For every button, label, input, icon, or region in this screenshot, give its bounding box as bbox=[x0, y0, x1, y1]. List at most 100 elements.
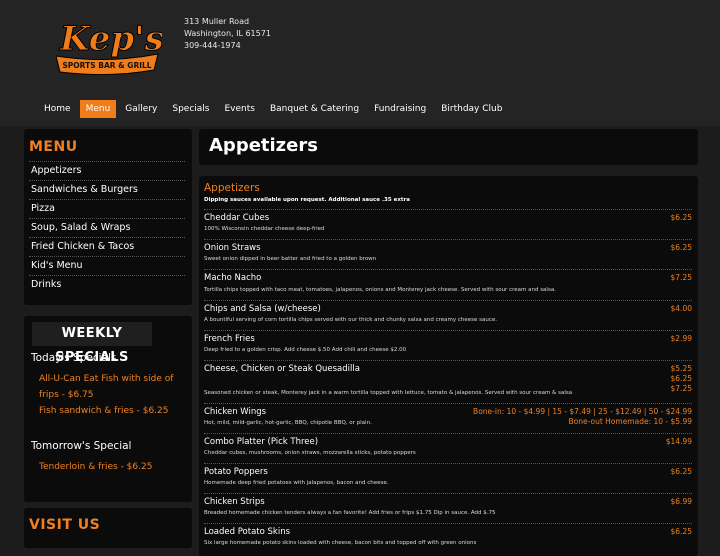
menu-item-row: Cheese, Chicken or Steak Quesadilla Seaso… bbox=[204, 360, 692, 403]
nav-fundraising[interactable]: Fundraising bbox=[368, 100, 432, 118]
nav-gallery[interactable]: Gallery bbox=[119, 100, 163, 118]
menu-item-row: Combo Platter (Pick Three) Cheddar cubes,… bbox=[204, 433, 692, 463]
menu-item-name: Onion Straws bbox=[204, 243, 261, 253]
menu-item-prices: $14.99 bbox=[666, 437, 692, 447]
page-title: Appetizers bbox=[209, 135, 318, 156]
weekly-specials-panel: WEEKLY SPECIALS Today's Specials All-U-C… bbox=[24, 316, 192, 502]
menu-link-kids-menu[interactable]: Kid's Menu bbox=[29, 256, 185, 275]
nav-events[interactable]: Events bbox=[218, 100, 260, 118]
nav-birthday-club[interactable]: Birthday Club bbox=[435, 100, 508, 118]
menu-item-prices: $2.99 bbox=[671, 334, 692, 344]
menu-item-row: Chicken Strips Breaded homemade chicken t… bbox=[204, 493, 692, 523]
section-title: Appetizers bbox=[204, 182, 260, 194]
menu-item-name: Loaded Potato Skins bbox=[204, 527, 291, 537]
today-special-item: Fish sandwich & fries - $6.25 bbox=[39, 406, 169, 416]
menu-category-list: Appetizers Sandwiches & Burgers Pizza So… bbox=[29, 161, 185, 294]
menu-item-description: 100% Wisconsin cheddar cheese deep-fried bbox=[204, 226, 325, 232]
menu-link-drinks[interactable]: Drinks bbox=[29, 275, 185, 294]
menu-item-row: Onion Straws Sweet onion dipped in beer b… bbox=[204, 239, 692, 269]
menu-item-description: Sweet onion dipped in beer batter and fr… bbox=[204, 256, 377, 262]
nav-specials[interactable]: Specials bbox=[166, 100, 215, 118]
menu-item-row: Cheddar Cubes 100% Wisconsin cheddar chee… bbox=[204, 209, 692, 239]
menu-sidebar-title: MENU bbox=[29, 139, 78, 155]
menu-item-description: Tortilla chips topped with taco meat, to… bbox=[204, 287, 556, 293]
logo-banner-text: SPORTS BAR & GRILL bbox=[62, 61, 151, 70]
tomorrow-special-heading: Tomorrow's Special bbox=[31, 440, 132, 452]
menu-item-name: Combo Platter (Pick Three) bbox=[204, 437, 319, 447]
menu-link-pizza[interactable]: Pizza bbox=[29, 199, 185, 218]
menu-item-name: Chicken Wings bbox=[204, 407, 267, 417]
menu-item-price: Bone-in: 10 - $4.99 | 15 - $7.49 | 25 - … bbox=[473, 407, 692, 416]
menu-item-description: A bountiful serving of corn tortilla chi… bbox=[204, 317, 498, 323]
menu-item-price: $6.25 bbox=[670, 527, 692, 536]
menu-item-name: French Fries bbox=[204, 334, 255, 344]
address-city: Washington, IL 61571 bbox=[184, 29, 271, 38]
tomorrow-special-item: Tenderloin & fries - $6.25 bbox=[39, 462, 153, 472]
menu-item-prices: $7.25 bbox=[671, 273, 692, 283]
menu-item-row: Chips and Salsa (w/cheese) A bountiful se… bbox=[204, 300, 692, 330]
menu-item-row: Potato Poppers Homemade deep fried potato… bbox=[204, 463, 692, 493]
menu-item-description: Cheddar cubes, mushrooms, onion straws, … bbox=[204, 450, 416, 456]
menu-item-price: $14.99 bbox=[665, 437, 692, 446]
menu-link-appetizers[interactable]: Appetizers bbox=[29, 161, 185, 180]
menu-item-name: Chicken Strips bbox=[204, 497, 265, 507]
today-specials-heading: Today's Specials bbox=[31, 352, 117, 364]
menu-item-price: $7.25 bbox=[670, 384, 692, 393]
menu-item-price: $7.25 bbox=[670, 273, 692, 282]
menu-item-description: Deep fried to a golden crisp. Add cheese… bbox=[204, 347, 407, 353]
address-phone: 309-444-1974 bbox=[184, 41, 241, 50]
menu-link-sandwiches-burgers[interactable]: Sandwiches & Burgers bbox=[29, 180, 185, 199]
keps-logo[interactable]: Kep's SPORTS BAR & GRILL bbox=[52, 12, 162, 80]
section-note: Dipping sauces available upon request. A… bbox=[204, 197, 410, 203]
nav-home[interactable]: Home bbox=[38, 100, 77, 118]
menu-link-soup-salad-wraps[interactable]: Soup, Salad & Wraps bbox=[29, 218, 185, 237]
menu-item-description: Six large homemade potato skins loaded w… bbox=[204, 540, 477, 546]
menu-item-row: Loaded Potato Skins Six large homemade po… bbox=[204, 523, 692, 553]
nav-menu[interactable]: Menu bbox=[79, 100, 117, 118]
address-block: 313 Muller Road Washington, IL 61571 309… bbox=[184, 16, 271, 52]
menu-item-row: Chicken Wings Hot, mild, mild-garlic, hot… bbox=[204, 403, 692, 433]
page-title-panel: Appetizers bbox=[199, 129, 698, 165]
menu-item-row: French Fries Deep fried to a golden crisp… bbox=[204, 330, 692, 360]
visit-us-title: VISIT US bbox=[29, 517, 101, 533]
menu-item-description: Breaded homemade chicken tenders always … bbox=[204, 510, 496, 516]
menu-item-price: $6.25 bbox=[670, 374, 692, 383]
menu-item-price: $6.25 bbox=[670, 213, 692, 222]
menu-item-description: Seasoned chicken or steak, Monterey jack… bbox=[204, 390, 573, 396]
address-street: 313 Muller Road bbox=[184, 17, 250, 26]
menu-item-price: $6.99 bbox=[670, 497, 692, 506]
menu-item-list: Cheddar Cubes 100% Wisconsin cheddar chee… bbox=[204, 209, 692, 553]
menu-item-name: Macho Nacho bbox=[204, 273, 262, 283]
weekly-specials-title: WEEKLY SPECIALS bbox=[32, 322, 152, 365]
menu-item-prices: $6.25 bbox=[671, 467, 692, 477]
menu-item-prices: $5.25 $6.25 $7.25 bbox=[671, 364, 692, 394]
menu-content-panel: Appetizers Dipping sauces available upon… bbox=[199, 176, 698, 556]
menu-item-price: $4.00 bbox=[670, 304, 692, 313]
menu-item-prices: Bone-in: 10 - $4.99 | 15 - $7.49 | 25 - … bbox=[473, 407, 692, 427]
menu-item-price: $2.99 bbox=[670, 334, 692, 343]
menu-item-price: Bone-out Homemade: 10 - $5.99 bbox=[568, 417, 692, 426]
menu-item-name: Cheddar Cubes bbox=[204, 213, 270, 223]
visit-us-panel: VISIT US bbox=[24, 508, 192, 548]
menu-item-name: Cheese, Chicken or Steak Quesadilla bbox=[204, 364, 360, 374]
menu-item-price: $6.25 bbox=[670, 467, 692, 476]
logo-script-text: Kep's bbox=[59, 19, 162, 59]
menu-item-price: $5.25 bbox=[670, 364, 692, 373]
today-special-item: All-U-Can Eat Fish with side of frips - … bbox=[39, 374, 174, 400]
nav-banquet-catering[interactable]: Banquet & Catering bbox=[264, 100, 365, 118]
menu-item-prices: $6.25 bbox=[671, 527, 692, 537]
menu-item-description: Homemade deep fried potatoes with jalape… bbox=[204, 480, 389, 486]
menu-link-fried-chicken-tacos[interactable]: Fried Chicken & Tacos bbox=[29, 237, 185, 256]
menu-sidebar: MENU Appetizers Sandwiches & Burgers Piz… bbox=[24, 129, 192, 305]
site-header: Kep's SPORTS BAR & GRILL 313 Muller Road… bbox=[0, 0, 720, 126]
menu-item-name: Chips and Salsa (w/cheese) bbox=[204, 304, 321, 314]
menu-item-prices: $6.25 bbox=[671, 213, 692, 223]
menu-item-price: $6.25 bbox=[670, 243, 692, 252]
main-nav: Home Menu Gallery Specials Events Banque… bbox=[38, 100, 511, 118]
menu-item-row: Macho Nacho Tortilla chips topped with ta… bbox=[204, 269, 692, 300]
menu-item-prices: $6.99 bbox=[671, 497, 692, 507]
menu-item-prices: $4.00 bbox=[671, 304, 692, 314]
menu-item-prices: $6.25 bbox=[671, 243, 692, 253]
menu-item-name: Potato Poppers bbox=[204, 467, 268, 477]
menu-item-description: Hot, mild, mild-garlic, hot-garlic, BBQ,… bbox=[204, 420, 372, 426]
